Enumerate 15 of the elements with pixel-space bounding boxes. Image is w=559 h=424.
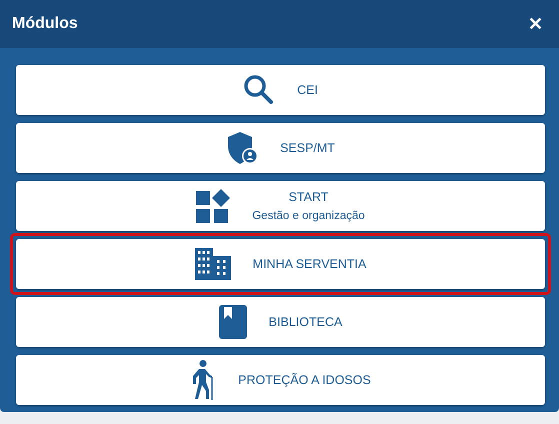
module-button[interactable]: CEI [16, 65, 545, 115]
module-subtitle: Gestão e organização [252, 210, 365, 222]
module-button[interactable]: BIBLIOTECA [16, 297, 545, 347]
module-button[interactable]: SESP/MT [16, 123, 545, 173]
shield-user-icon [226, 131, 258, 165]
building-icon [194, 248, 231, 280]
book-icon [218, 305, 247, 339]
close-button[interactable]: ✕ [528, 13, 543, 35]
search-icon [243, 74, 276, 106]
module-label: START [288, 190, 328, 204]
module-button[interactable]: MINHA SERVENTIA [16, 239, 545, 289]
module-button[interactable]: START Gestão e organização [16, 181, 545, 231]
module-button[interactable]: PROTEÇÃO A IDOSOS [16, 355, 545, 405]
blocks-icon [196, 189, 230, 223]
dialog-title: Módulos [12, 15, 78, 33]
